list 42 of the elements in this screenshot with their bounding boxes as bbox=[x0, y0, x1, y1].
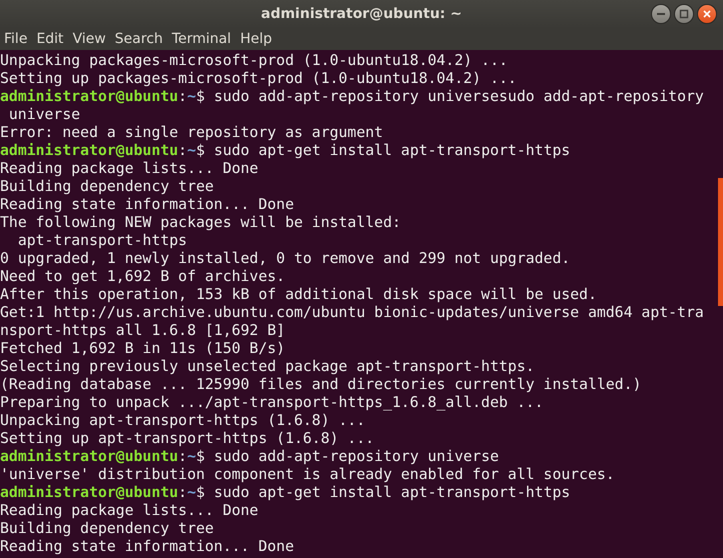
menu-item[interactable]: Edit bbox=[32, 31, 68, 47]
output-line: Selecting previously unselected package apt-transport-https. bbox=[0, 358, 535, 376]
output-line: Setting up apt-transport-https (1.6.8) ... bbox=[0, 430, 374, 448]
output-line: Get:1 http://us.archive.ubuntu.com/ubuntu bionic-updates/universe amd64 apt-tra bbox=[0, 304, 704, 322]
prompt-line: administrator@ubuntu:~$ sudo add-apt-repository universesudo add-apt-repository bbox=[0, 88, 704, 106]
close-button[interactable] bbox=[697, 4, 717, 24]
output-line: 0 upgraded, 1 newly installed, 0 to remove and 299 not upgraded. bbox=[0, 250, 570, 268]
output-line: Fetched 1,692 B in 11s (150 B/s) bbox=[0, 340, 286, 358]
window-title: administrator@ubuntu: ~ bbox=[261, 6, 462, 22]
output-line: (Reading database ... 125990 files and directories currently installed.) bbox=[0, 376, 642, 394]
close-icon bbox=[702, 9, 712, 19]
output-line: universe bbox=[8, 106, 80, 124]
output-line: Need to get 1,692 B of archives. bbox=[0, 268, 286, 286]
output-line: Error: need a single repository as argument bbox=[0, 124, 384, 142]
output-line: Building dependency tree bbox=[0, 520, 214, 538]
menu-item[interactable]: Help bbox=[236, 31, 276, 47]
scrollbar-thumb[interactable] bbox=[718, 178, 723, 306]
output-line: Unpacking packages-microsoft-prod (1.0-ubuntu18.04.2) ... bbox=[0, 52, 508, 70]
output-line: Reading package lists... Done bbox=[0, 160, 258, 178]
output-line: 'universe' distribution component is already enabled for all sources. bbox=[0, 466, 615, 484]
output-line: The following NEW packages will be installed: bbox=[0, 214, 401, 232]
output-line: Reading state information... Done bbox=[0, 538, 294, 556]
maximize-icon bbox=[679, 9, 689, 19]
menu-item[interactable]: Search bbox=[110, 31, 167, 47]
output-line: apt-transport-https bbox=[16, 232, 188, 250]
maximize-button[interactable] bbox=[674, 4, 694, 24]
minimize-icon bbox=[657, 13, 665, 15]
prompt-line: administrator@ubuntu:~$ sudo apt-get install apt-transport-https bbox=[0, 484, 570, 502]
output-line: Reading package lists... Done bbox=[0, 502, 258, 520]
prompt-line: administrator@ubuntu:~$ sudo apt-get install apt-transport-https bbox=[0, 142, 570, 160]
output-line: Preparing to unpack .../apt-transport-https_1.6.8_all.deb ... bbox=[0, 394, 544, 412]
prompt-line: administrator@ubuntu:~$ sudo add-apt-repository universe bbox=[0, 448, 499, 466]
output-line: Reading state information... Done bbox=[0, 196, 294, 214]
output-line: Setting up packages-microsoft-prod (1.0-ubuntu18.04.2) ... bbox=[0, 70, 517, 88]
minimize-button[interactable] bbox=[651, 4, 671, 24]
menu-item[interactable]: Terminal bbox=[168, 31, 236, 47]
output-line: nsport-https all 1.6.8 [1,692 B] bbox=[0, 322, 286, 340]
output-line: Building dependency tree bbox=[0, 178, 214, 196]
output-line: After this operation, 153 kB of additional disk space will be used. bbox=[0, 286, 597, 304]
menu-item[interactable]: View bbox=[68, 31, 110, 47]
output-line: Unpacking apt-transport-https (1.6.8) ... bbox=[0, 412, 366, 430]
menu-item[interactable]: File bbox=[0, 31, 32, 47]
